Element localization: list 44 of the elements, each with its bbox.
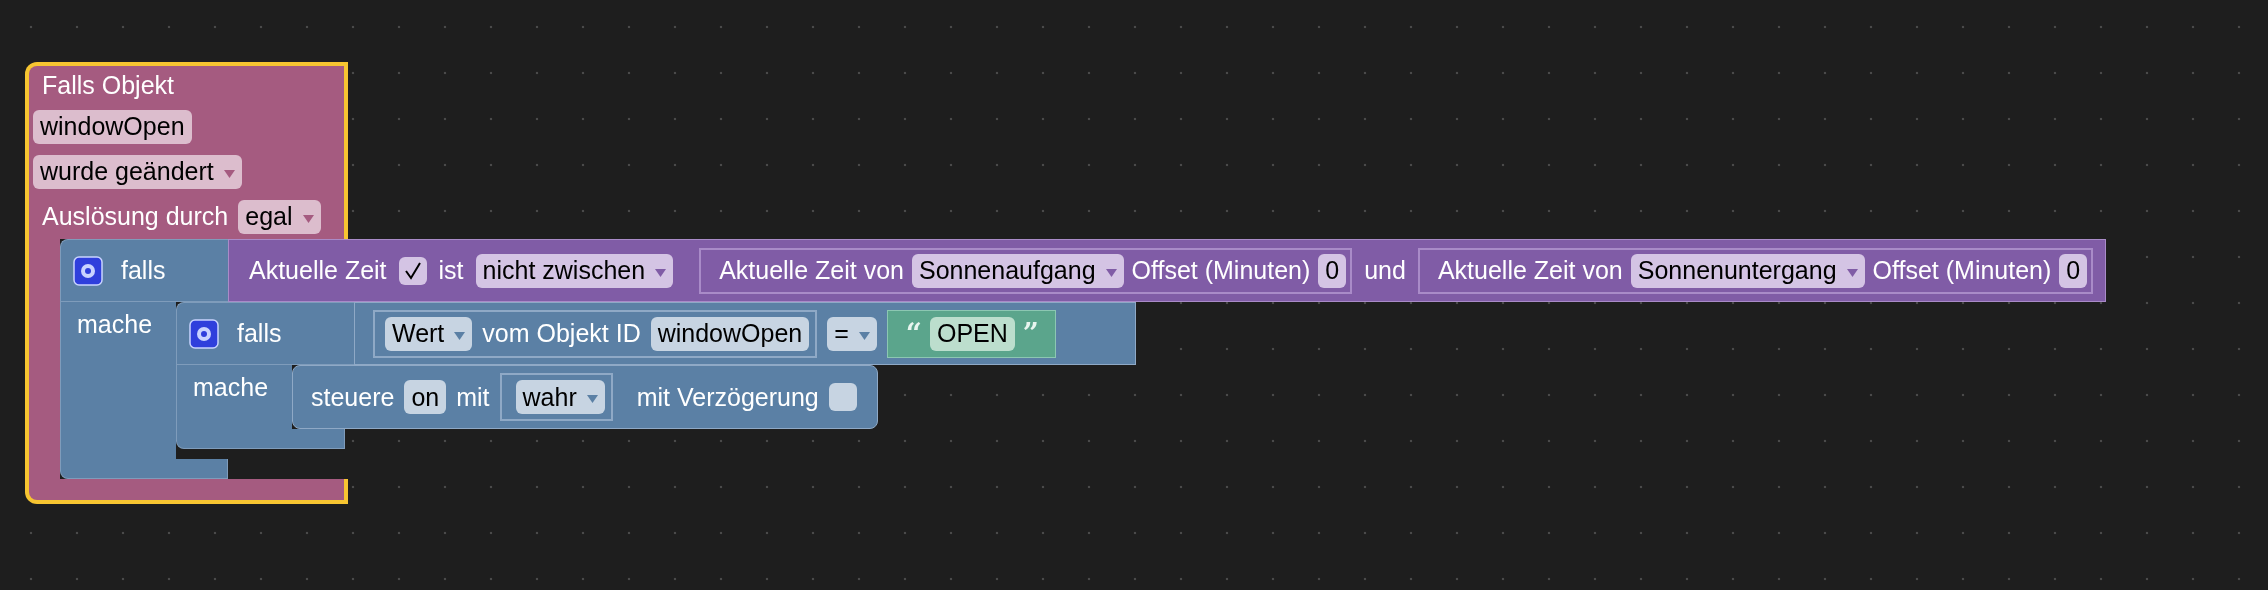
dropdown-field[interactable]: Sonnenuntergang	[1630, 253, 1865, 288]
block-label: mit	[455, 382, 491, 412]
dropdown-arrow-icon	[223, 169, 235, 178]
block-label: ist	[437, 256, 465, 285]
block-label: Aktuelle Zeit	[248, 256, 388, 285]
block-label: steuere	[310, 382, 396, 412]
value-field[interactable]: on	[404, 380, 447, 414]
value-field[interactable]: windowOpen	[650, 316, 810, 351]
block-label: falls	[236, 319, 283, 348]
block-label: Offset (Minuten)	[1871, 256, 2053, 285]
block-label: Auslösung durch	[41, 202, 230, 231]
dropdown-arrow-icon	[1105, 268, 1117, 277]
block-label: Falls Objekt	[41, 70, 175, 100]
dropdown-field[interactable]: wurde geändert	[33, 154, 242, 189]
block-label: Aktuelle Zeit von	[718, 256, 905, 285]
dropdown-field[interactable]: nicht zwischen	[475, 253, 674, 288]
dropdown-arrow-icon	[858, 331, 870, 340]
value-field[interactable]: windowOpen	[33, 109, 192, 144]
check-icon	[402, 260, 423, 281]
quote-mark: “	[905, 317, 922, 350]
dropdown-arrow-icon	[1846, 268, 1858, 277]
block-label: mit Verzögerung	[635, 382, 820, 412]
dropdown-arrow-icon	[655, 268, 667, 277]
dropdown-arrow-icon	[454, 331, 466, 340]
dropdown-field[interactable]: Wert	[385, 316, 473, 351]
dropdown-field[interactable]: Sonnenaufgang	[911, 253, 1124, 288]
quote-mark: ”	[1022, 317, 1039, 350]
block-label: Offset (Minuten)	[1130, 256, 1312, 285]
value-field[interactable]: OPEN	[929, 316, 1015, 351]
checkbox[interactable]	[398, 256, 427, 285]
block-label: Aktuelle Zeit von	[1436, 256, 1624, 285]
block-label: und	[1363, 256, 1407, 285]
dropdown-arrow-icon	[586, 395, 598, 403]
dropdown-field[interactable]: wahr	[515, 380, 605, 414]
dropdown-field[interactable]: egal	[238, 199, 321, 234]
block-label: falls	[120, 256, 167, 285]
value-field[interactable]: 0	[1318, 253, 1347, 288]
block-label: mache	[76, 310, 154, 338]
block-label: mache	[192, 373, 270, 401]
dropdown-field[interactable]: =	[827, 316, 877, 351]
checkbox[interactable]	[828, 383, 857, 411]
block-label: vom Objekt ID	[481, 319, 642, 348]
value-field[interactable]: 0	[2059, 253, 2088, 288]
dropdown-arrow-icon	[302, 214, 314, 223]
